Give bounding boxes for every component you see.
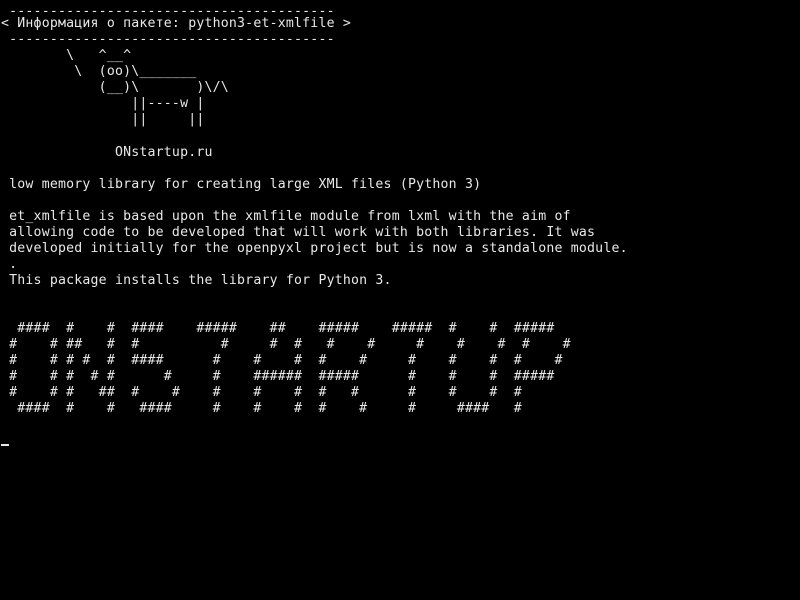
cow-line: \ ^__^ bbox=[1, 48, 132, 63]
banner-line: # # # # # # # ###### ##### # # # ##### bbox=[1, 369, 555, 384]
cow-line: \ (oo)\_______ bbox=[1, 64, 197, 79]
package-description-line: . bbox=[1, 257, 18, 272]
terminal-screen: ----------------------------------------… bbox=[0, 0, 800, 600]
bubble-text: < Информация о пакете: python3-et-xmlfil… bbox=[1, 16, 352, 31]
site-label: ONstartup.ru bbox=[1, 145, 213, 160]
banner-line: # # # # # #### # # # # # # # # # # bbox=[1, 353, 563, 368]
banner-line: # # # ## # # # # # # # # # # # bbox=[1, 385, 522, 400]
banner-line: #### # # #### ##### ## ##### ##### # # #… bbox=[1, 321, 555, 336]
bubble-border-bottom: ---------------------------------------- bbox=[1, 32, 335, 47]
package-description-line: et_xmlfile is based upon the xmlfile mod… bbox=[1, 209, 571, 224]
cow-line: || || bbox=[1, 112, 205, 127]
package-description-line: developed initially for the openpyxl pro… bbox=[1, 241, 628, 256]
text-cursor[interactable] bbox=[1, 444, 9, 446]
banner-line: # # ## # # # # # # # # # # # # bbox=[1, 337, 571, 352]
package-summary: low memory library for creating large XM… bbox=[1, 177, 482, 192]
banner-line: #### # # #### # # # # # # #### # bbox=[1, 401, 522, 416]
package-description-line: allowing code to be developed that will … bbox=[1, 225, 596, 240]
cow-line: ||----w | bbox=[1, 96, 205, 111]
cow-line: (__)\ )\/\ bbox=[1, 80, 229, 95]
package-description-line: This package installs the library for Py… bbox=[1, 273, 392, 288]
